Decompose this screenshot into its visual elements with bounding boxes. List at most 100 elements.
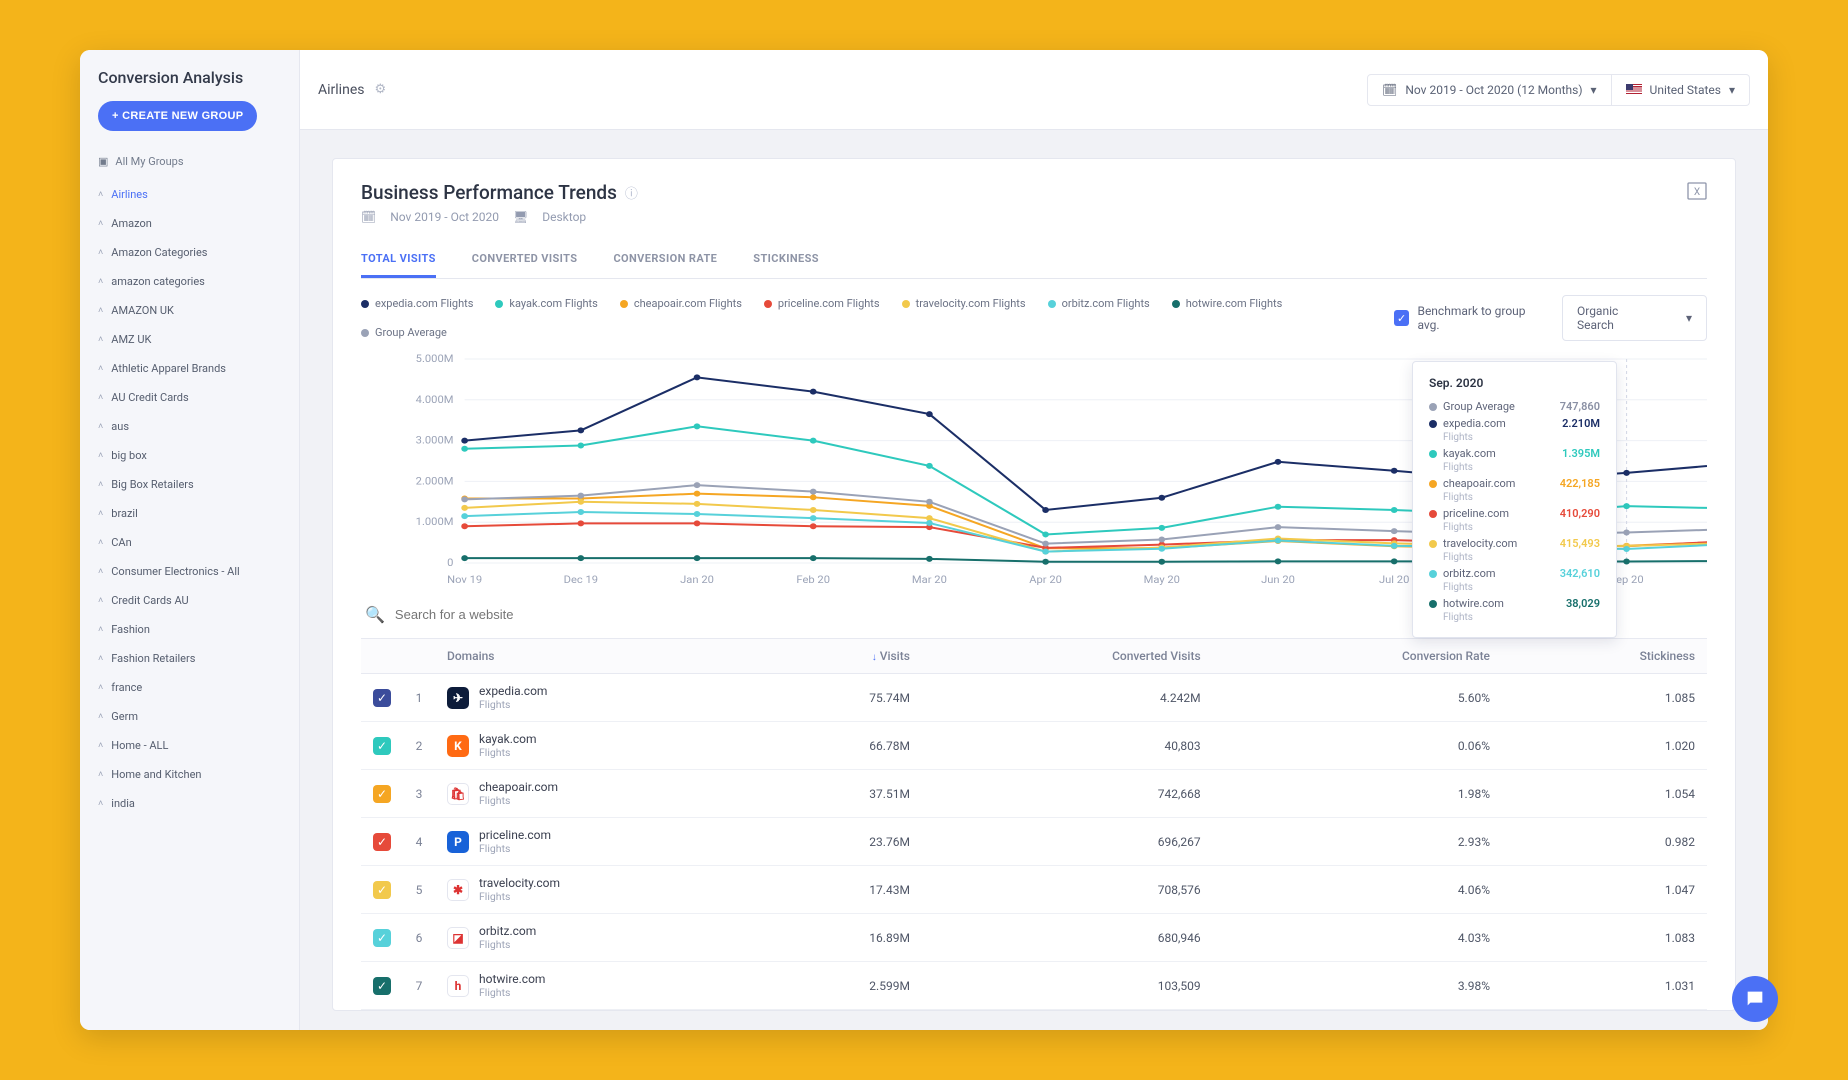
legend-item[interactable]: expedia.com Flights	[361, 297, 473, 310]
domain-cell[interactable]: Ppriceline.comFlights	[447, 828, 743, 855]
col-header[interactable]	[361, 639, 403, 674]
sidebar-item-group[interactable]: ˄Athletic Apparel Brands	[80, 354, 299, 383]
sidebar-item-group[interactable]: ˄france	[80, 673, 299, 702]
legend-row: expedia.com Flights kayak.com Flights chea…	[361, 279, 1707, 345]
favicon-icon: ✈	[447, 687, 469, 709]
sidebar-item-group[interactable]: ˄Home and Kitchen	[80, 760, 299, 789]
date-range-picker[interactable]: 🗓 Nov 2019 - Oct 2020 (12 Months) ▾	[1367, 74, 1611, 106]
sidebar-item-group[interactable]: ˄Amazon	[80, 209, 299, 238]
sidebar-item-group[interactable]: ˄Germ	[80, 702, 299, 731]
date-range-label: Nov 2019 - Oct 2020 (12 Months)	[1405, 83, 1582, 97]
chevron-up-icon: ˄	[98, 624, 103, 635]
col-header[interactable]	[403, 639, 435, 674]
sidebar-item-group[interactable]: ˄AMZ UK	[80, 325, 299, 354]
table-search-input[interactable]	[395, 607, 695, 622]
chevron-up-icon: ˄	[98, 305, 103, 316]
sidebar-item-label: brazil	[111, 507, 137, 520]
favicon-icon: 🛍	[447, 783, 469, 805]
domain-category: Flights	[479, 698, 547, 711]
sidebar-item-group[interactable]: ˄AU Credit Cards	[80, 383, 299, 412]
chevron-up-icon: ˄	[98, 508, 103, 519]
row-checkbox[interactable]: ✓	[373, 737, 391, 755]
chevron-up-icon: ˄	[98, 769, 103, 780]
row-index: 6	[403, 914, 435, 962]
tab[interactable]: CONVERSION RATE	[613, 242, 717, 278]
gear-icon[interactable]: ⚙	[374, 82, 386, 97]
sidebar-item-group[interactable]: ˄Fashion	[80, 615, 299, 644]
stickiness-cell: 1.054	[1502, 770, 1707, 818]
legend-item[interactable]: kayak.com Flights	[495, 297, 597, 310]
row-checkbox[interactable]: ✓	[373, 833, 391, 851]
domain-cell[interactable]: ✈expedia.comFlights	[447, 684, 743, 711]
sidebar-item-group[interactable]: ˄Airlines	[80, 180, 299, 209]
domain-name: kayak.com	[479, 732, 537, 746]
legend-item[interactable]: orbitz.com Flights	[1048, 297, 1150, 310]
chevron-up-icon: ˄	[98, 276, 103, 287]
domain-cell[interactable]: ◪orbitz.comFlights	[447, 924, 743, 951]
sidebar: Conversion Analysis + CREATE NEW GROUP ▣…	[80, 50, 300, 1030]
benchmark-checkbox[interactable]: ✓ Benchmark to group avg.	[1394, 304, 1548, 332]
converted-visits-cell: 708,576	[922, 866, 1213, 914]
sidebar-item-group[interactable]: ˄big box	[80, 441, 299, 470]
create-group-button[interactable]: + CREATE NEW GROUP	[98, 101, 257, 131]
chevron-up-icon: ˄	[98, 798, 103, 809]
sidebar-item-group[interactable]: ˄Big Box Retailers	[80, 470, 299, 499]
tooltip-row: hotwire.com38,029	[1429, 597, 1600, 610]
trends-panel: Business Performance Trends ⓘ 🗓 Nov 2019…	[332, 158, 1736, 1011]
main: Airlines ⚙ 🗓 Nov 2019 - Oct 2020 (12 Mon…	[300, 50, 1768, 1030]
all-my-groups-link[interactable]: ▣ All My Groups	[80, 147, 299, 176]
legend-dot-icon	[902, 300, 910, 308]
search-icon: 🔍	[365, 605, 385, 624]
domain-name: cheapoair.com	[479, 780, 558, 794]
legend-item[interactable]: hotwire.com Flights	[1172, 297, 1283, 310]
domain-cell[interactable]: ✱travelocity.comFlights	[447, 876, 743, 903]
row-checkbox[interactable]: ✓	[373, 929, 391, 947]
app-shell: Conversion Analysis + CREATE NEW GROUP ▣…	[80, 50, 1768, 1030]
tooltip-dot-icon	[1429, 540, 1437, 548]
domain-cell[interactable]: 🛍cheapoair.comFlights	[447, 780, 743, 807]
sidebar-item-group[interactable]: ˄india	[80, 789, 299, 818]
row-checkbox[interactable]: ✓	[373, 785, 391, 803]
tooltip-dot-icon	[1429, 450, 1437, 458]
tooltip-row: expedia.com2.210M	[1429, 417, 1600, 430]
legend-item[interactable]: travelocity.com Flights	[902, 297, 1026, 310]
help-chat-button[interactable]	[1732, 976, 1778, 1022]
sidebar-item-group[interactable]: ˄CAn	[80, 528, 299, 557]
favicon-icon: K	[447, 735, 469, 757]
svg-text:Nov 19: Nov 19	[447, 574, 482, 586]
sidebar-item-group[interactable]: ˄Home - ALL	[80, 731, 299, 760]
sidebar-item-label: aus	[111, 420, 129, 433]
col-header[interactable]: Converted Visits	[922, 639, 1213, 674]
tab[interactable]: CONVERTED VISITS	[472, 242, 578, 278]
sidebar-item-group[interactable]: ˄AMAZON UK	[80, 296, 299, 325]
sidebar-item-group[interactable]: ˄Fashion Retailers	[80, 644, 299, 673]
col-header[interactable]: Conversion Rate	[1213, 639, 1502, 674]
row-checkbox[interactable]: ✓	[373, 977, 391, 995]
legend-item[interactable]: priceline.com Flights	[764, 297, 880, 310]
domain-category: Flights	[479, 890, 560, 903]
tab[interactable]: TOTAL VISITS	[361, 242, 436, 278]
tab[interactable]: STICKINESS	[753, 242, 819, 278]
legend-dot-icon	[495, 300, 503, 308]
traffic-source-select[interactable]: Organic Search ▾	[1562, 295, 1707, 341]
row-checkbox[interactable]: ✓	[373, 881, 391, 899]
col-header[interactable]: Domains	[435, 639, 755, 674]
sidebar-item-group[interactable]: ˄Consumer Electronics - All	[80, 557, 299, 586]
legend-item[interactable]: Group Average	[361, 326, 447, 339]
domain-cell[interactable]: hhotwire.comFlights	[447, 972, 743, 999]
row-checkbox[interactable]: ✓	[373, 689, 391, 707]
col-header[interactable]: Stickiness	[1502, 639, 1707, 674]
converted-visits-cell: 103,509	[922, 962, 1213, 1010]
sidebar-item-group[interactable]: ˄Amazon Categories	[80, 238, 299, 267]
legend-item[interactable]: cheapoair.com Flights	[620, 297, 742, 310]
sidebar-item-group[interactable]: ˄amazon categories	[80, 267, 299, 296]
domain-cell[interactable]: Kkayak.comFlights	[447, 732, 743, 759]
export-excel-icon[interactable]: X	[1687, 181, 1707, 205]
sidebar-item-group[interactable]: ˄aus	[80, 412, 299, 441]
svg-text:Apr 20: Apr 20	[1029, 574, 1062, 586]
sidebar-item-group[interactable]: ˄Credit Cards AU	[80, 586, 299, 615]
country-selector[interactable]: United States ▾	[1612, 74, 1750, 106]
info-icon[interactable]: ⓘ	[625, 183, 638, 202]
sidebar-item-group[interactable]: ˄ brazil	[80, 499, 299, 528]
col-header[interactable]: ↓Visits	[755, 639, 922, 674]
